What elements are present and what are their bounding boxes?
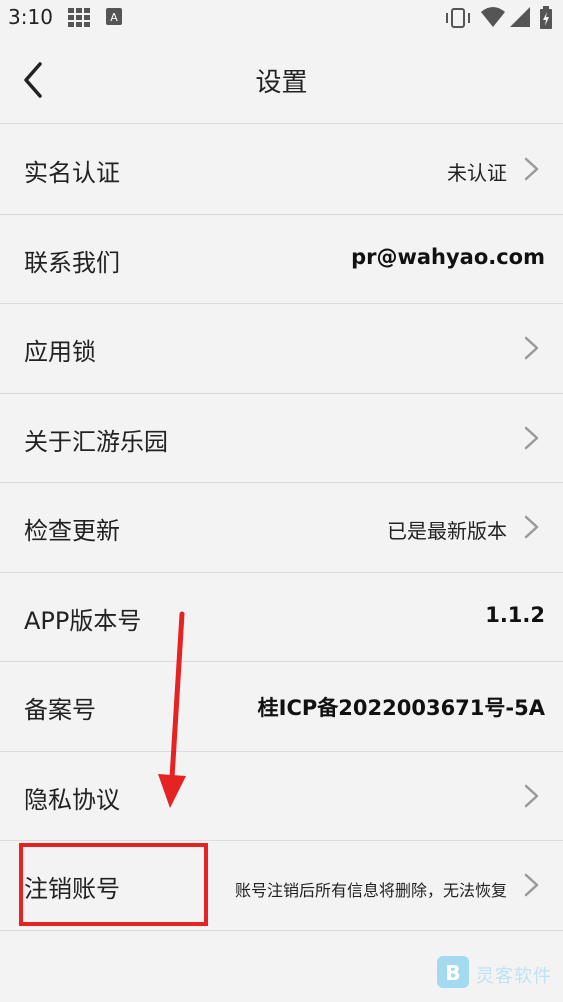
watermark-logo-icon: B: [437, 956, 469, 988]
chevron-right-icon: [524, 784, 539, 807]
battery-icon: [540, 6, 552, 29]
icp-value: 桂ICP备2022003671号-5A: [257, 696, 545, 720]
chevron-right-icon: [524, 426, 539, 449]
annotation-highlight-box: [19, 843, 208, 926]
row-label: 联系我们: [24, 248, 120, 277]
header: 设置: [0, 36, 563, 124]
row-about[interactable]: 关于汇游乐园: [0, 393, 563, 483]
row-privacy-policy[interactable]: 隐私协议: [0, 751, 563, 841]
row-label: 关于汇游乐园: [24, 427, 168, 456]
version-value: 1.1.2: [485, 602, 545, 627]
vibrate-icon: [446, 8, 470, 28]
chevron-right-icon: [524, 336, 539, 360]
status-time: 3:10: [8, 5, 53, 29]
row-value: 账号注销后所有信息将删除，无法恢复: [234, 881, 507, 900]
signal-icon: [510, 7, 530, 27]
settings-list: 实名认证 未认证 联系我们 pr@wahyao.com 应用锁 关于汇游乐园 检…: [0, 125, 563, 931]
chevron-right-icon: [524, 157, 539, 181]
row-app-lock[interactable]: 应用锁: [0, 304, 563, 394]
row-value: 已是最新版本: [387, 519, 507, 543]
chevron-right-icon: [524, 873, 539, 897]
watermark-text: 灵客软件: [476, 966, 552, 987]
status-bar: 3:10 A: [0, 0, 563, 36]
grid-icon: [68, 8, 90, 27]
row-label: APP版本号: [24, 606, 142, 635]
row-check-update[interactable]: 检查更新 已是最新版本: [0, 483, 563, 573]
row-icp-record: 备案号 桂ICP备2022003671号-5A: [0, 662, 563, 752]
watermark: B 灵客软件: [436, 955, 556, 991]
app-notification-icon: A: [106, 8, 122, 25]
row-label: 检查更新: [24, 517, 120, 545]
contact-email: pr@wahyao.com: [351, 244, 545, 269]
row-contact-us[interactable]: 联系我们 pr@wahyao.com: [0, 214, 563, 304]
row-label: 隐私协议: [24, 785, 120, 814]
chevron-right-icon: [524, 515, 539, 539]
row-label: 实名认证: [24, 159, 120, 187]
wifi-icon: [481, 7, 505, 27]
svg-text:A: A: [110, 11, 118, 24]
row-label: 备案号: [24, 696, 96, 724]
row-real-name-verification[interactable]: 实名认证 未认证: [0, 125, 563, 215]
page-title: 设置: [255, 68, 308, 98]
row-value: 未认证: [447, 161, 507, 185]
row-label: 应用锁: [24, 338, 96, 366]
annotation-arrow: [158, 611, 186, 808]
svg-text:B: B: [445, 961, 460, 985]
row-app-version: APP版本号 1.1.2: [0, 572, 563, 662]
